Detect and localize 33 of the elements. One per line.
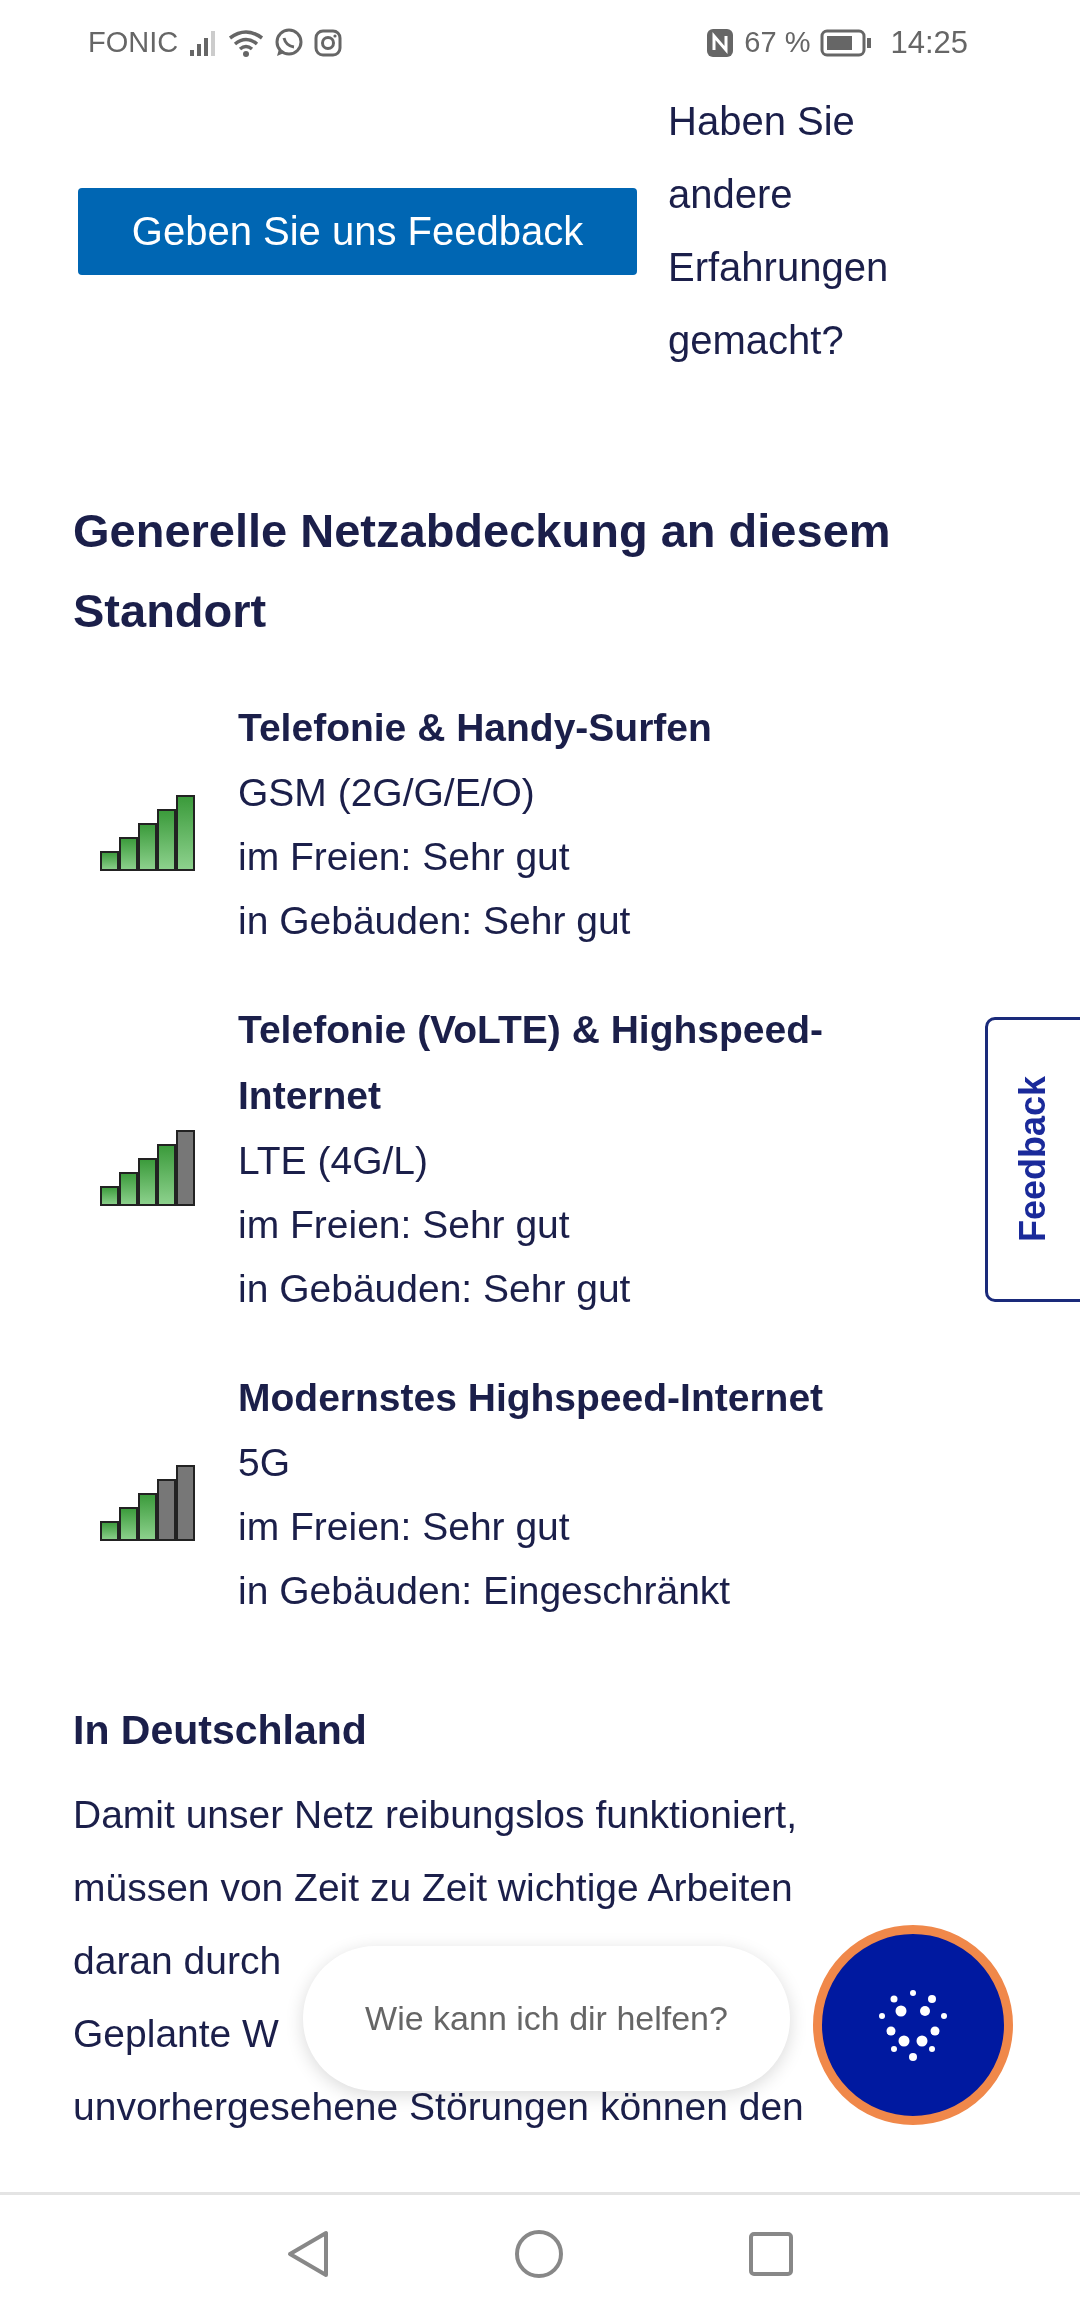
outdoor-rating: im Freien: Sehr gut — [238, 834, 571, 880]
battery-percent: 67 % — [744, 26, 811, 59]
text-line: Damit unser Netz reibungslos funktioniert, — [73, 1792, 797, 1838]
network-title: Telefonie & Handy-Surfen — [238, 705, 713, 751]
text-line: müssen von Zeit zu Zeit wichtige Arbeiten — [73, 1865, 793, 1911]
back-icon[interactable] — [286, 2228, 330, 2279]
battery-icon — [820, 27, 873, 58]
text-line: daran durch — [73, 1938, 282, 1984]
section-heading: In Deutschland — [73, 1706, 368, 1755]
nfc-icon — [706, 27, 735, 58]
text-line: Geplante W — [73, 2011, 279, 2057]
feedback-question: Haben Sie andere Erfahrungen gemacht? — [668, 98, 890, 364]
camera-app-icon — [314, 28, 343, 57]
outdoor-rating: im Freien: Sehr gut — [238, 1202, 571, 1248]
outdoor-rating: im Freien: Sehr gut — [238, 1504, 571, 1550]
chat-prompt[interactable]: Wie kann ich dir helfen? — [303, 1946, 790, 2091]
recents-icon[interactable] — [748, 2230, 794, 2277]
indoor-rating: in Gebäuden: Sehr gut — [238, 1266, 632, 1312]
network-technology: GSM (2G/G/E/O) — [238, 770, 536, 816]
home-icon[interactable] — [514, 2228, 564, 2279]
indoor-rating: in Gebäuden: Sehr gut — [238, 898, 632, 944]
chat-app-icon — [274, 27, 305, 58]
carrier-name: FONIC — [88, 26, 179, 59]
indoor-rating: in Gebäuden: Eingeschränkt — [238, 1568, 732, 1614]
network-technology: 5G — [238, 1440, 292, 1486]
section-heading: Generelle Netzabdeckung an diesem Standort — [73, 503, 892, 639]
clock-time: 14:25 — [890, 24, 968, 61]
wifi-icon — [228, 27, 265, 58]
feedback-button[interactable]: Geben Sie uns Feedback — [78, 187, 637, 275]
network-title: Telefonie (VoLTE) & Highspeed-Internet — [238, 1007, 824, 1119]
network-title: Modernstes Highspeed-Internet — [238, 1375, 825, 1421]
network-technology: LTE (4G/L) — [238, 1138, 429, 1184]
feedback-tab[interactable]: Feedback — [985, 1017, 1080, 1302]
